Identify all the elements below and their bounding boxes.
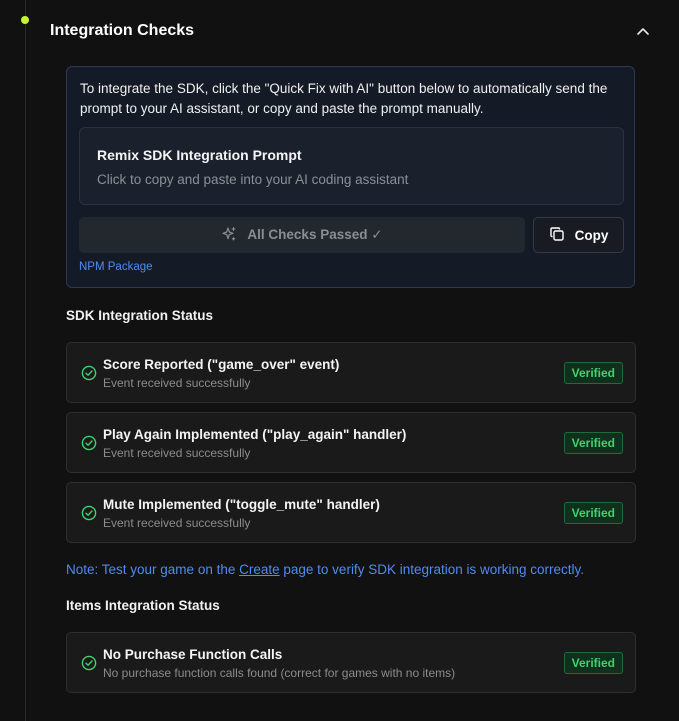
status-desc: Event received successfully [103, 446, 251, 460]
status-title: Play Again Implemented ("play_again" han… [103, 427, 407, 442]
prompt-card[interactable]: Remix SDK Integration Prompt Click to co… [79, 127, 624, 205]
prompt-subtitle: Click to copy and paste into your AI cod… [97, 172, 409, 187]
status-title: Mute Implemented ("toggle_mute" handler) [103, 497, 380, 512]
check-circle-icon [81, 365, 97, 381]
status-desc: No purchase function calls found (correc… [103, 666, 456, 680]
status-card-purchase: No Purchase Function Calls No purchase f… [66, 632, 636, 693]
note-text: Note: Test your game on the Create page … [66, 562, 584, 577]
quick-fix-button[interactable]: All Checks Passed ✓ [79, 217, 525, 253]
verified-badge: Verified [563, 362, 623, 384]
status-title: Score Reported ("game_over" event) [103, 357, 340, 372]
sparkles-icon [221, 226, 237, 245]
timeline-dot [21, 16, 29, 24]
status-card-score: Score Reported ("game_over" event) Event… [66, 342, 636, 403]
verified-badge: Verified [563, 502, 623, 524]
check-circle-icon [81, 505, 97, 521]
status-card-play-again: Play Again Implemented ("play_again" han… [66, 412, 636, 473]
section-header[interactable]: Integration Checks [50, 18, 651, 44]
chevron-up-icon[interactable] [635, 23, 651, 39]
quick-fix-label: All Checks Passed ✓ [247, 227, 383, 242]
timeline-line [25, 0, 26, 721]
verified-badge: Verified [563, 652, 623, 674]
status-card-mute: Mute Implemented ("toggle_mute" handler)… [66, 482, 636, 543]
sdk-info-panel: To integrate the SDK, click the "Quick F… [66, 66, 635, 288]
note-suffix: page to verify SDK integration is workin… [279, 562, 585, 577]
status-desc: Event received successfully [103, 516, 251, 530]
items-status-title: Items Integration Status [66, 598, 220, 613]
check-circle-icon [81, 435, 97, 451]
prompt-title: Remix SDK Integration Prompt [97, 147, 302, 163]
info-text: To integrate the SDK, click the "Quick F… [80, 81, 608, 116]
status-desc: Event received successfully [103, 376, 251, 390]
sdk-status-title: SDK Integration Status [66, 308, 214, 323]
status-title: No Purchase Function Calls [103, 647, 283, 662]
create-page-link[interactable]: Create [239, 562, 280, 577]
npm-package-link[interactable]: NPM Package [79, 261, 153, 273]
note-prefix: Note: Test your game on the [66, 562, 240, 577]
copy-label: Copy [574, 227, 609, 243]
copy-icon [549, 226, 565, 245]
copy-button[interactable]: Copy [533, 217, 624, 253]
section-title: Integration Checks [50, 22, 195, 39]
check-circle-icon [81, 655, 97, 671]
verified-badge: Verified [563, 432, 623, 454]
